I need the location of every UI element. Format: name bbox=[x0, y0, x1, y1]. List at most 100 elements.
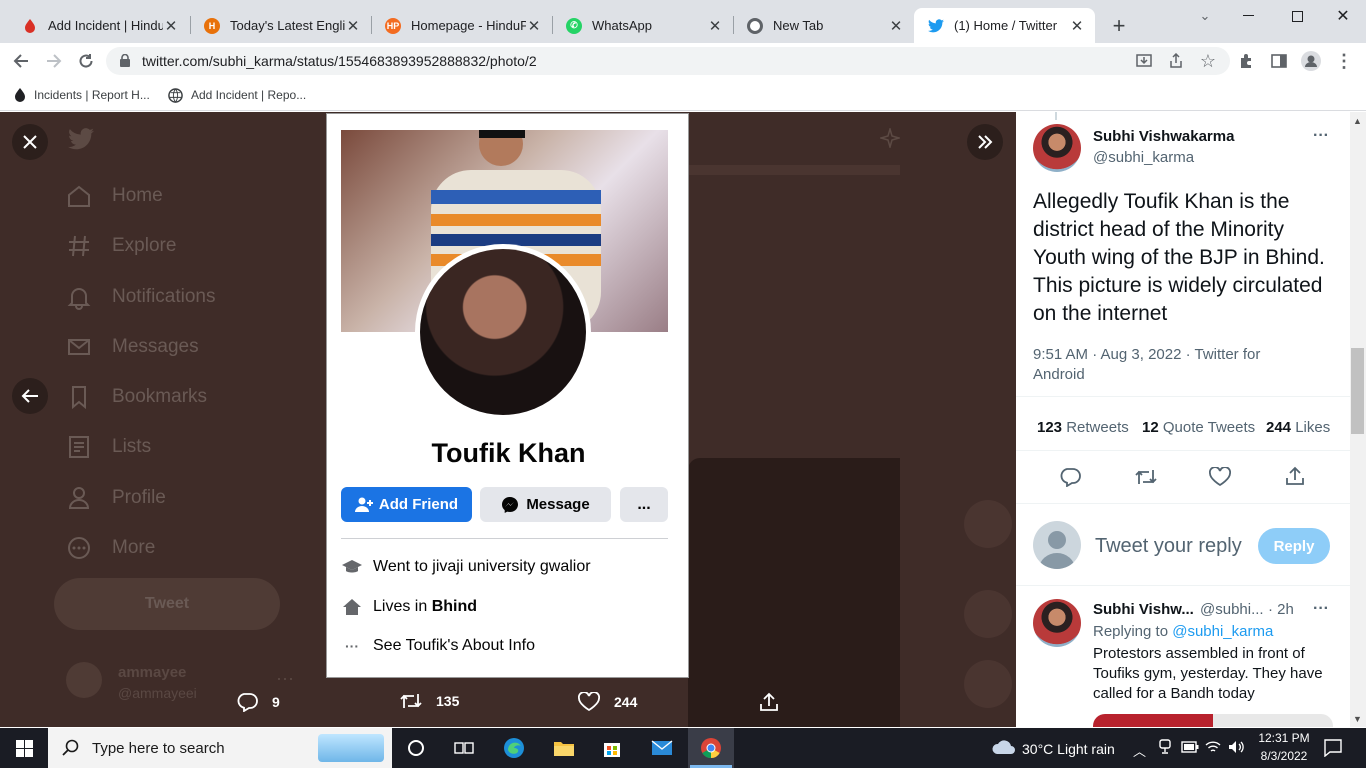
lives-prefix: Lives in bbox=[373, 598, 432, 615]
reply-icon[interactable] bbox=[1059, 467, 1081, 487]
tray-chevron-icon[interactable]: ︿ bbox=[1133, 741, 1146, 760]
edge-icon[interactable] bbox=[498, 732, 530, 764]
nav-notifications[interactable]: Notifications bbox=[66, 284, 216, 310]
clock-time[interactable]: 12:31 PM bbox=[1255, 731, 1313, 745]
account-more-icon[interactable]: ··· bbox=[276, 668, 294, 689]
tab-5-active[interactable]: (1) Home / Twitter ✕ bbox=[914, 8, 1095, 43]
weather-text[interactable]: 30°C Light rain bbox=[1022, 741, 1115, 757]
reply-more-icon[interactable]: ··· bbox=[1313, 600, 1329, 618]
nav-messages[interactable]: Messages bbox=[66, 334, 199, 360]
bookmark-label: Incidents | Report H... bbox=[34, 88, 150, 102]
scrollbar-thumb[interactable] bbox=[1351, 348, 1364, 434]
side-panel-icon[interactable] bbox=[1267, 49, 1291, 73]
reply-author-handle[interactable]: @subhi... bbox=[1200, 601, 1264, 618]
maximize-icon[interactable] bbox=[1285, 4, 1309, 28]
tab-search-icon[interactable]: ⌄ bbox=[1193, 4, 1217, 28]
windows-start-icon[interactable] bbox=[8, 732, 40, 764]
bookmark-1[interactable]: Add Incident | Repo... bbox=[168, 85, 306, 105]
heart-icon[interactable] bbox=[1209, 467, 1231, 487]
author-handle[interactable]: @subhi_karma bbox=[1093, 149, 1194, 166]
reply-author-avatar[interactable] bbox=[1033, 599, 1081, 647]
account-avatar[interactable] bbox=[66, 662, 102, 698]
reply-button[interactable]: Reply bbox=[1258, 528, 1330, 564]
weather-cloud-icon[interactable] bbox=[990, 738, 1016, 758]
scroll-down-arrow-icon[interactable]: ▼ bbox=[1353, 714, 1362, 724]
nav-bookmarks[interactable]: Bookmarks bbox=[66, 384, 207, 410]
close-icon[interactable]: ✕ bbox=[707, 17, 723, 35]
clock-date[interactable]: 8/3/2022 bbox=[1255, 749, 1313, 763]
close-icon[interactable]: ✕ bbox=[345, 17, 361, 35]
nav-lists[interactable]: Lists bbox=[66, 434, 151, 460]
tab-title: Homepage - HinduPost bbox=[411, 18, 526, 33]
url-text[interactable]: twitter.com/subhi_karma/status/155468389… bbox=[142, 53, 537, 69]
mail-app-icon[interactable] bbox=[646, 732, 678, 764]
tweet-timestamp[interactable]: 9:51 AM · Aug 3, 2022 · Twitter for Andr… bbox=[1033, 345, 1303, 385]
quotes-stat[interactable]: 12 Quote Tweets bbox=[1142, 419, 1255, 436]
meet-icon[interactable] bbox=[1157, 739, 1173, 755]
file-explorer-icon[interactable] bbox=[548, 732, 580, 764]
share-icon[interactable] bbox=[1164, 49, 1188, 73]
bookmark-label: Add Incident | Repo... bbox=[191, 88, 307, 102]
close-viewer-button[interactable] bbox=[12, 124, 48, 160]
reply-media-preview[interactable] bbox=[1093, 714, 1333, 727]
close-icon[interactable]: ✕ bbox=[888, 17, 904, 35]
close-icon[interactable]: ✕ bbox=[163, 17, 179, 35]
nav-more[interactable]: More bbox=[66, 535, 155, 561]
share-action[interactable] bbox=[758, 692, 794, 712]
reload-icon[interactable] bbox=[74, 49, 98, 73]
like-action[interactable]: 244 bbox=[578, 692, 637, 712]
star-icon[interactable]: ☆ bbox=[1196, 49, 1220, 73]
my-avatar[interactable] bbox=[1033, 521, 1081, 569]
tweet-more-icon[interactable]: ··· bbox=[1313, 127, 1329, 145]
replying-to-link[interactable]: @subhi_karma bbox=[1172, 623, 1273, 640]
retweet-icon[interactable] bbox=[1135, 468, 1157, 486]
forward-icon[interactable] bbox=[42, 49, 66, 73]
tab-0[interactable]: Add Incident | HinduDa ✕ bbox=[8, 8, 189, 43]
previous-photo-button[interactable] bbox=[12, 378, 48, 414]
scroll-up-arrow-icon[interactable]: ▲ bbox=[1353, 116, 1362, 126]
nav-explore[interactable]: Explore bbox=[66, 233, 176, 259]
task-view-icon[interactable] bbox=[448, 732, 480, 764]
retweets-stat[interactable]: 123 Retweets bbox=[1037, 419, 1129, 436]
cortana-icon[interactable] bbox=[400, 732, 432, 764]
lock-icon[interactable] bbox=[120, 54, 130, 67]
close-icon[interactable]: ✕ bbox=[1069, 17, 1085, 35]
back-icon[interactable] bbox=[9, 49, 33, 73]
chrome-app-icon[interactable] bbox=[695, 732, 727, 764]
retweet-action[interactable]: 135 bbox=[400, 692, 459, 710]
battery-icon[interactable] bbox=[1181, 741, 1199, 753]
tab-3[interactable]: ✆ WhatsApp ✕ bbox=[552, 8, 733, 43]
install-icon[interactable] bbox=[1132, 49, 1156, 73]
tweet-button[interactable]: Tweet bbox=[54, 578, 280, 630]
collapse-panel-button[interactable] bbox=[967, 124, 1003, 160]
share-icon[interactable] bbox=[1284, 466, 1306, 486]
tab-4[interactable]: New Tab ✕ bbox=[733, 8, 914, 43]
minimize-icon[interactable] bbox=[1236, 4, 1260, 28]
tweet-photo[interactable]: Toufik Khan Add Friend Message ... Went … bbox=[326, 113, 689, 678]
taskbar-search[interactable]: Type here to search bbox=[48, 728, 392, 768]
window-close-icon[interactable]: ✕ bbox=[1331, 4, 1355, 28]
tab-1[interactable]: H Today's Latest English N ✕ bbox=[190, 8, 371, 43]
profile-icon[interactable] bbox=[1299, 49, 1323, 73]
bookmark-0[interactable]: Incidents | Report H... bbox=[14, 85, 150, 105]
wifi-icon[interactable] bbox=[1205, 740, 1221, 754]
author-name[interactable]: Subhi Vishwakarma bbox=[1093, 128, 1234, 145]
reply-action[interactable]: 9 bbox=[236, 692, 280, 712]
reply-input[interactable]: Tweet your reply bbox=[1095, 535, 1242, 558]
author-avatar[interactable] bbox=[1033, 124, 1081, 172]
volume-icon[interactable] bbox=[1228, 740, 1246, 754]
menu-icon[interactable]: ⋮ bbox=[1332, 49, 1356, 73]
tab-2[interactable]: HP Homepage - HinduPost ✕ bbox=[371, 8, 552, 43]
quotes-label: Quote Tweets bbox=[1162, 419, 1256, 436]
nav-home[interactable]: Home bbox=[66, 183, 163, 209]
new-tab-button[interactable]: + bbox=[1107, 13, 1131, 38]
nav-profile[interactable]: Profile bbox=[66, 485, 166, 511]
reply-time[interactable]: · 2h bbox=[1268, 601, 1294, 618]
notification-center-icon[interactable] bbox=[1324, 739, 1342, 757]
store-icon[interactable] bbox=[596, 732, 628, 764]
reply-author-name[interactable]: Subhi Vishw... bbox=[1093, 601, 1194, 618]
close-icon[interactable]: ✕ bbox=[526, 17, 542, 35]
likes-stat[interactable]: 244 Likes bbox=[1266, 419, 1330, 436]
globe-icon bbox=[168, 87, 183, 103]
extensions-icon[interactable] bbox=[1235, 49, 1259, 73]
